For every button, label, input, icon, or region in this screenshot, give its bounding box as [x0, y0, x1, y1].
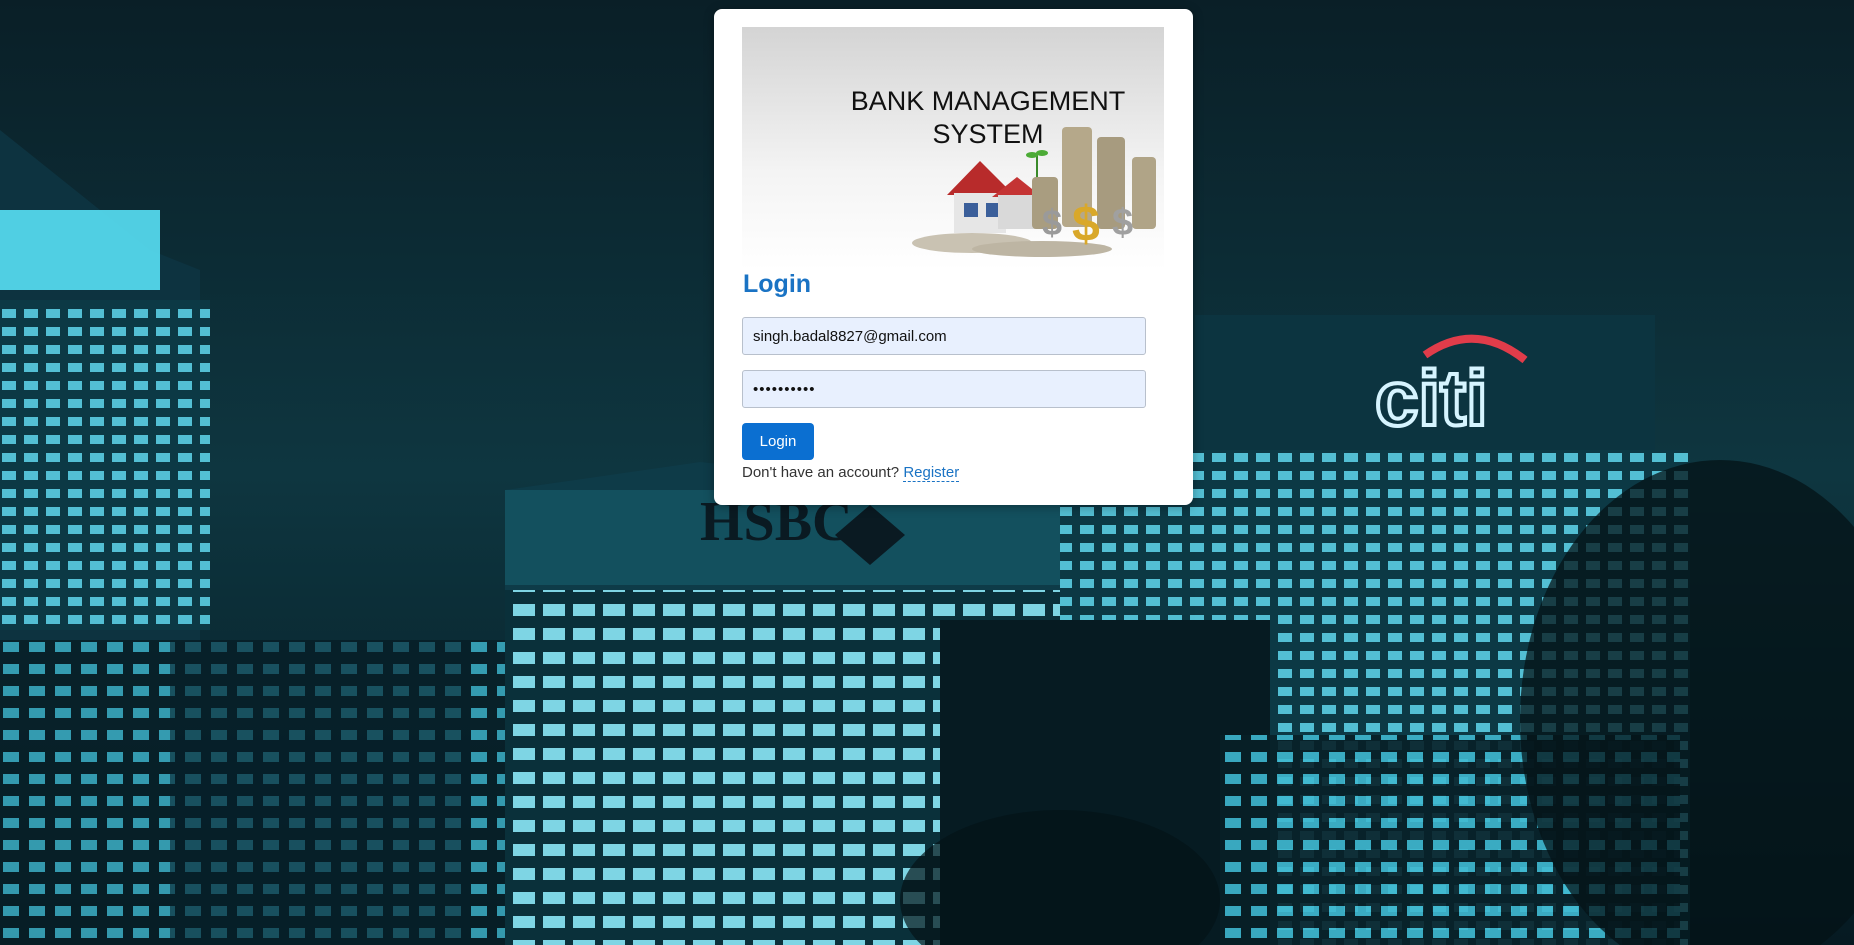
login-title: Login: [743, 270, 812, 298]
svg-text:citi: citi: [1375, 354, 1488, 442]
banner-title: BANK MANAGEMENT SYSTEM: [742, 85, 1164, 151]
banner-title-line1: BANK MANAGEMENT: [850, 86, 1126, 116]
svg-text:$: $: [1072, 196, 1100, 252]
password-field[interactable]: [742, 370, 1146, 408]
svg-text:$: $: [1112, 202, 1133, 244]
login-button[interactable]: Login: [742, 423, 814, 460]
banner-title-line2: SYSTEM: [932, 119, 1044, 149]
email-field[interactable]: [742, 317, 1146, 355]
register-prompt: Don't have an account?: [742, 464, 900, 481]
bank-banner: $ $ $ BANK MANAGEMENT SYSTEM: [742, 27, 1164, 270]
register-link[interactable]: Register: [903, 464, 960, 482]
login-card: $ $ $ BANK MANAGEMENT SYSTEM Login Login…: [714, 9, 1193, 505]
register-row: Don't have an account? Register: [742, 464, 960, 482]
svg-text:$: $: [1042, 202, 1062, 243]
